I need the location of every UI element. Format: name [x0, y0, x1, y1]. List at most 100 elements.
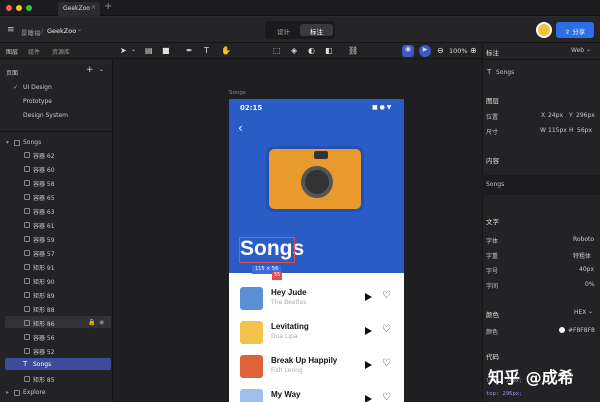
text-layer-icon: T [23, 360, 28, 368]
tab-annotate[interactable]: 标注 [300, 24, 333, 36]
layer-item[interactable]: 矩形 89 [33, 291, 55, 300]
new-tab-icon[interactable]: + [104, 1, 112, 12]
heart-icon[interactable]: ♡ [382, 392, 391, 402]
song-title: Break Up Happily [271, 356, 338, 365]
layer-explore[interactable]: Explore [23, 389, 46, 396]
layer-item[interactable]: 容器 62 [33, 151, 55, 160]
heart-icon[interactable]: ♡ [382, 324, 391, 335]
link-icon[interactable]: ⛓ [348, 46, 358, 55]
close-tab-icon[interactable]: × [91, 4, 96, 11]
back-icon[interactable]: ‹ [238, 121, 243, 135]
avatar[interactable] [536, 22, 552, 38]
chevron-down-icon[interactable]: ⌄ [131, 46, 136, 53]
play-icon[interactable] [365, 395, 372, 402]
layer-item[interactable]: 容器 59 [33, 235, 55, 244]
rectangle-tool-icon[interactable]: ■ [162, 46, 170, 55]
color-format-select[interactable]: HEX [574, 309, 586, 316]
menu-icon[interactable]: ≡ [7, 25, 15, 35]
layer-item[interactable]: 容器 61 [33, 221, 55, 230]
layer-item[interactable]: 容器 57 [33, 249, 55, 258]
layer-item[interactable]: 矩形 90 [33, 277, 55, 286]
boolean-icon[interactable]: ◧ [325, 46, 333, 55]
layer-root[interactable]: Songs [23, 139, 41, 146]
page-item-ui-design[interactable]: UI Design [23, 84, 52, 91]
close-window-icon[interactable] [6, 5, 12, 11]
add-page-icon[interactable]: + [86, 65, 94, 75]
play-icon[interactable] [365, 361, 372, 369]
zoom-in-icon[interactable]: ⊕ [470, 46, 477, 55]
content-value[interactable]: Songs [486, 181, 504, 188]
text-tool-icon[interactable]: T [204, 46, 209, 55]
platform-select[interactable]: Web [571, 47, 584, 54]
heart-icon[interactable]: ♡ [382, 358, 391, 369]
frame-label[interactable]: Songs [229, 90, 246, 96]
font-value[interactable]: Roboto [573, 236, 594, 243]
song-title: Levitating [271, 322, 309, 331]
h-value[interactable]: 56px [577, 127, 592, 134]
song-artist: Fish Leong [271, 367, 303, 374]
layer-item[interactable]: 容器 58 [33, 179, 55, 188]
expand-icon[interactable]: ▸ [6, 389, 9, 396]
layer-item[interactable]: 容器 65 [33, 193, 55, 202]
hand-tool-icon[interactable]: ✋ [221, 46, 231, 55]
chevron-down-icon[interactable]: ⌄ [586, 46, 591, 53]
left-tab-library[interactable]: 资源库 [52, 47, 70, 56]
left-tab-layers[interactable]: 图层 [6, 47, 18, 56]
layer-item[interactable]: 矩形 85 [33, 375, 55, 384]
maximize-window-icon[interactable] [26, 5, 32, 11]
layer-item[interactable]: 矩形 91 [33, 263, 55, 272]
minimize-window-icon[interactable] [16, 5, 22, 11]
tab-design[interactable]: 设计 [267, 24, 300, 36]
layer-item[interactable]: 矩形 86 [33, 319, 55, 328]
list-item[interactable]: Levitating Dua Lipa ♡ [229, 315, 404, 349]
chevron-down-icon[interactable]: ⌄ [77, 26, 82, 33]
layer-item[interactable]: 容器 63 [33, 207, 55, 216]
layer-item[interactable]: 矩形 88 [33, 305, 55, 314]
y-value[interactable]: 296px [576, 112, 595, 119]
heart-icon[interactable]: ♡ [382, 290, 391, 301]
font-size-value[interactable]: 40px [579, 266, 594, 273]
x-value[interactable]: 24px [548, 112, 563, 119]
page-item-design-system[interactable]: Design System [23, 112, 68, 119]
layer-item[interactable]: 容器 52 [33, 347, 55, 356]
inspector-header: 标注 [486, 49, 499, 57]
left-tab-components[interactable]: 组件 [28, 47, 40, 56]
breadcrumb-separator: / [41, 27, 44, 35]
move-tool-icon[interactable]: ➤ [120, 46, 127, 55]
color-swatch[interactable] [559, 327, 565, 333]
layer-item[interactable]: 容器 60 [33, 165, 55, 174]
font-label: 字体 [486, 238, 499, 245]
fill-value[interactable]: #F8F8F8 [568, 327, 595, 334]
share-button[interactable]: ⇪ 分享 [556, 22, 594, 38]
zoom-level[interactable]: 100% [449, 47, 468, 55]
chevron-down-icon[interactable]: ⌄ [588, 308, 593, 315]
breadcrumb-file[interactable]: GeekZoo [47, 27, 76, 35]
layer-item[interactable]: 容器 56 [33, 333, 55, 342]
component-icon[interactable]: ◈ [291, 46, 297, 55]
collapse-icon[interactable]: ⌄ [99, 66, 104, 73]
breadcrumb-project[interactable]: 景睡福 [21, 27, 41, 37]
tab-geekzoo[interactable]: GeekZoo × [58, 2, 100, 16]
list-item[interactable]: Hey Jude The Beatles ♡ [229, 281, 404, 315]
w-value[interactable]: 115px [548, 127, 567, 134]
list-item[interactable]: Break Up Happily Fish Leong ♡ [229, 349, 404, 383]
phone-frame[interactable]: 02:15 ■ ● ▼ ‹ Songs 115 × 56 55 Hey Jude… [229, 99, 404, 402]
expand-icon[interactable]: ▾ [6, 139, 9, 146]
inspect-icon[interactable]: ◉ [402, 45, 414, 57]
page-item-prototype[interactable]: Prototype [23, 98, 52, 105]
crop-icon[interactable]: ⬚ [273, 46, 281, 55]
spacing-value[interactable]: 0% [585, 281, 595, 288]
contrast-icon[interactable]: ◐ [308, 46, 315, 55]
play-icon[interactable]: ▶ [419, 45, 431, 57]
lock-icon[interactable]: 🔒 [88, 319, 95, 326]
camera-viewfinder [314, 151, 328, 159]
pen-tool-icon[interactable]: ✒ [186, 46, 193, 55]
eye-icon[interactable]: ◉ [99, 319, 104, 326]
zoom-out-icon[interactable]: ⊖ [437, 46, 444, 55]
play-icon[interactable] [365, 293, 372, 301]
list-item[interactable]: My Way ♡ [229, 383, 404, 402]
frame-tool-icon[interactable]: ▤ [145, 46, 153, 55]
layer-item[interactable]: Songs [33, 361, 51, 368]
weight-value[interactable]: 特粗体 [573, 251, 591, 260]
play-icon[interactable] [365, 327, 372, 335]
